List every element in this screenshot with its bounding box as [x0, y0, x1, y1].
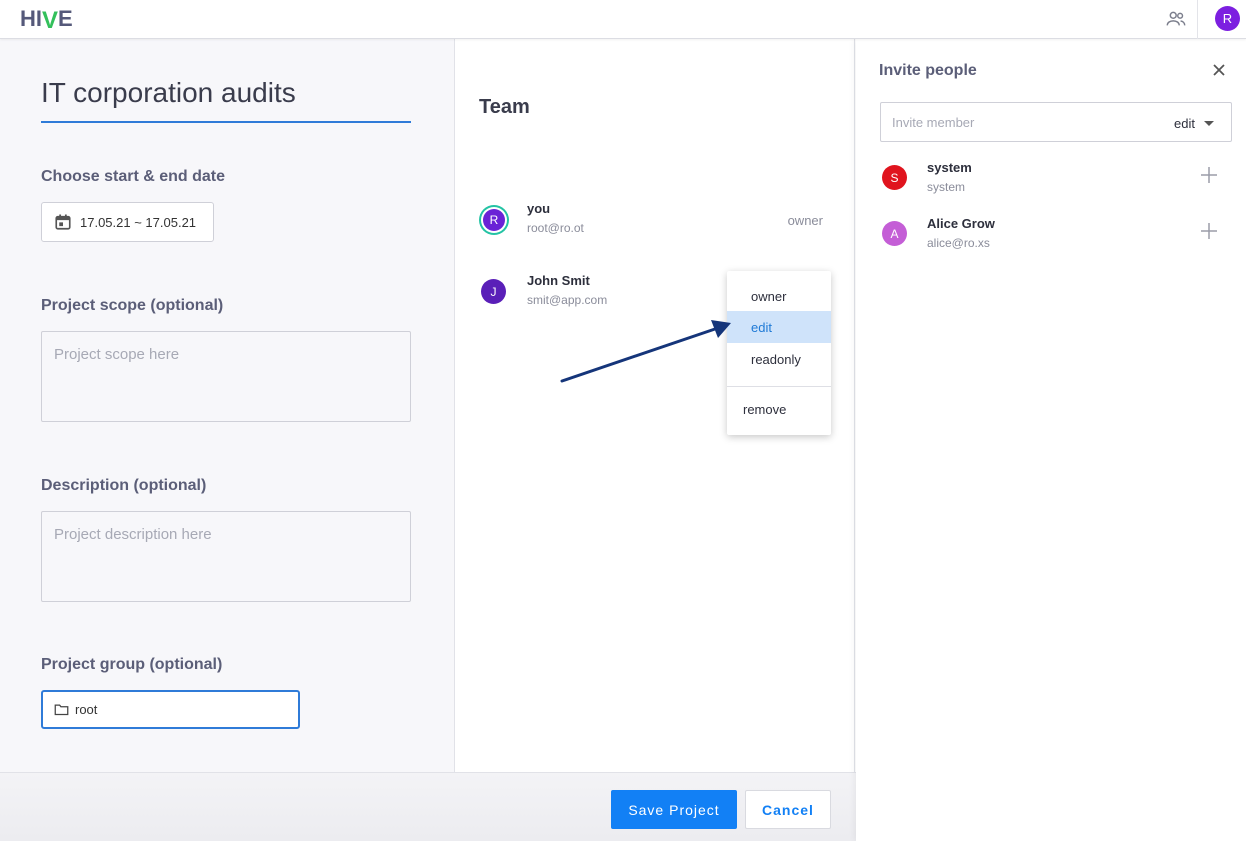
- date-range-value: 17.05.21 ~ 17.05.21: [80, 214, 197, 230]
- avatar: R: [483, 209, 505, 231]
- folder-icon: [54, 704, 69, 716]
- candidate-email: alice@ro.xs: [927, 236, 990, 250]
- hive-logo[interactable]: HIVE: [20, 6, 73, 34]
- project-description-textarea[interactable]: Project description here: [41, 511, 411, 602]
- project-title-input[interactable]: IT corporation audits: [41, 77, 411, 123]
- member-name: you: [527, 201, 551, 216]
- add-member-icon[interactable]: [1200, 222, 1218, 240]
- calendar-icon: [55, 214, 71, 230]
- save-project-button[interactable]: Save Project: [611, 790, 737, 829]
- role-option-readonly[interactable]: readonly: [727, 343, 831, 375]
- close-icon[interactable]: [1212, 63, 1226, 77]
- invite-candidate-row: A Alice Grow alice@ro.xs: [882, 216, 1222, 256]
- cancel-button[interactable]: Cancel: [745, 790, 831, 829]
- avatar: S: [882, 165, 907, 190]
- annotation-arrow: [560, 320, 731, 383]
- avatar: A: [882, 221, 907, 246]
- avatar: J: [481, 279, 506, 304]
- header-divider: [1197, 0, 1198, 39]
- invite-panel: Invite people Invite member edit S syste…: [856, 39, 1246, 841]
- menu-divider: [727, 386, 831, 387]
- member-name: John Smit: [527, 273, 590, 288]
- role-option-owner[interactable]: owner: [727, 280, 831, 312]
- candidate-name: system: [927, 160, 972, 175]
- date-label: Choose start & end date: [41, 168, 226, 185]
- role-option-edit[interactable]: edit: [727, 311, 831, 343]
- caret-down-icon[interactable]: [1204, 121, 1214, 126]
- role-dropdown-menu: owner edit readonly remove: [727, 271, 831, 435]
- date-range-picker[interactable]: 17.05.21 ~ 17.05.21: [41, 202, 214, 242]
- description-label: Description (optional): [41, 477, 207, 494]
- people-icon[interactable]: [1165, 8, 1187, 30]
- permission-select[interactable]: edit: [1174, 116, 1195, 131]
- action-bar: Save Project Cancel: [0, 772, 856, 841]
- project-scope-textarea[interactable]: Project scope here: [41, 331, 411, 422]
- invite-title: Invite people: [879, 62, 977, 79]
- top-bar: HIVE R: [0, 0, 1246, 39]
- project-group-value: root: [75, 702, 98, 717]
- member-email: root@ro.ot: [527, 221, 584, 235]
- candidate-name: Alice Grow: [927, 216, 995, 231]
- project-group-select[interactable]: root: [41, 690, 300, 729]
- remove-member-option[interactable]: remove: [727, 393, 831, 425]
- invite-member-input[interactable]: Invite member edit: [880, 102, 1232, 142]
- invite-candidate-row: S system system: [882, 160, 1222, 200]
- candidate-email: system: [927, 180, 966, 194]
- team-title: Team: [479, 96, 530, 118]
- member-email: smit@app.com: [527, 293, 608, 307]
- project-form-panel: IT corporation audits Choose start & end…: [0, 39, 455, 772]
- group-label: Project group (optional): [41, 656, 223, 673]
- user-avatar[interactable]: R: [1215, 6, 1240, 31]
- invite-placeholder: Invite member: [892, 115, 975, 130]
- member-role: owner: [787, 213, 823, 228]
- team-member-row: R you root@ro.ot owner: [481, 201, 841, 241]
- scope-label: Project scope (optional): [41, 297, 224, 314]
- add-member-icon[interactable]: [1200, 166, 1218, 184]
